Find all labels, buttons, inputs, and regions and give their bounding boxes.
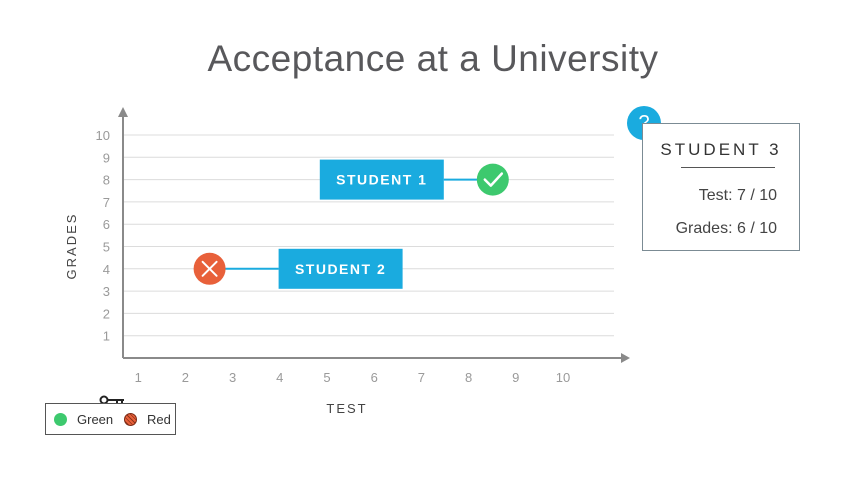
y-tick-label: 3 [103, 284, 110, 299]
axes [118, 107, 630, 363]
student-card-grades: Grades: 6 / 10 [675, 220, 777, 237]
y-tick-label: 4 [103, 262, 110, 277]
legend-red-swatch [124, 413, 137, 426]
y-tick-label: 7 [103, 195, 110, 210]
card-divider [681, 167, 775, 168]
y-tick-label: 1 [103, 329, 110, 344]
legend-red-label: Red [147, 412, 171, 427]
x-tick-label: 5 [323, 370, 330, 385]
x-tick-label: 3 [229, 370, 236, 385]
x-tick-label: 8 [465, 370, 472, 385]
student-card: STUDENT 3 Test: 7 / 10 Grades: 6 / 10 [642, 123, 800, 251]
y-tick-label: 8 [103, 173, 110, 188]
student-card-title: STUDENT 3 [660, 140, 782, 159]
y-axis-arrow [118, 107, 128, 117]
y-tick-label: 6 [103, 217, 110, 232]
x-axis-label: TEST [326, 401, 367, 416]
student-card-test: Test: 7 / 10 [698, 187, 777, 204]
student-label: STUDENT 1 [336, 172, 427, 188]
data-point [476, 163, 509, 196]
x-tick-label: 2 [182, 370, 189, 385]
x-tick-label: 4 [276, 370, 283, 385]
y-tick-label: 10 [96, 128, 110, 143]
y-tick-label: 2 [103, 306, 110, 321]
y-tick-label: 9 [103, 150, 110, 165]
x-tick-label: 10 [556, 370, 570, 385]
x-tick-label: 9 [512, 370, 519, 385]
y-axis-label: GRADES [64, 213, 79, 280]
legend-green-label: Green [77, 412, 114, 427]
x-axis-arrow [621, 353, 630, 363]
legend-green-swatch [54, 413, 67, 426]
y-tick-label: 5 [103, 240, 110, 255]
legend: Green Red [45, 403, 176, 435]
student-label: STUDENT 2 [295, 261, 386, 277]
x-tick-label: 7 [418, 370, 425, 385]
x-tick-label: 6 [371, 370, 378, 385]
x-tick-label: 1 [135, 370, 142, 385]
